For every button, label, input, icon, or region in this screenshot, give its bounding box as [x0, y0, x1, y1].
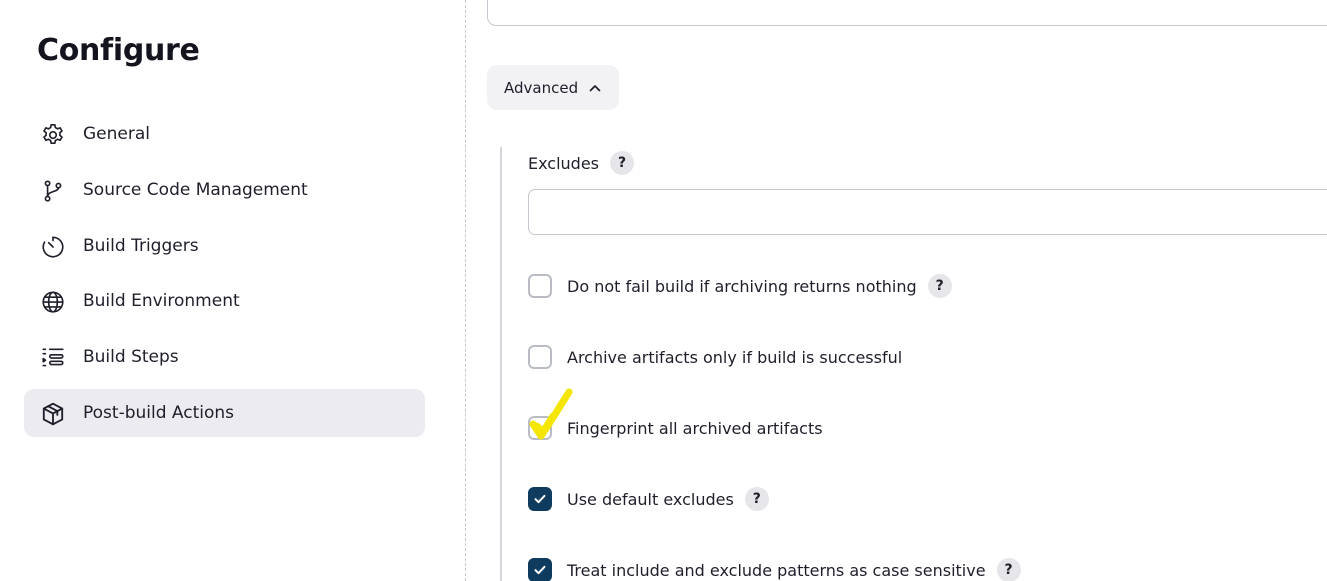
- page-title: Configure: [37, 33, 200, 68]
- sidebar-item-post-build-actions[interactable]: Post-build Actions: [24, 388, 425, 437]
- advanced-toggle-button[interactable]: Advanced: [487, 65, 619, 110]
- sidebar-item-label: Build Triggers: [83, 235, 199, 256]
- timer-icon: [40, 234, 66, 260]
- sidebar-item-build-environment[interactable]: Build Environment: [24, 277, 425, 325]
- default-excludes-help-button[interactable]: ?: [744, 487, 769, 511]
- sidebar-item-build-steps[interactable]: Build Steps: [24, 333, 425, 381]
- checkbox-checked[interactable]: [528, 558, 552, 581]
- sidebar-item-label: Source Code Management: [83, 179, 308, 200]
- sidebar-item-label: General: [83, 124, 150, 144]
- checkbox-checked[interactable]: [528, 487, 552, 511]
- sidebar-item-label: Build Steps: [83, 347, 179, 368]
- advanced-button-label: Advanced: [504, 78, 579, 97]
- option-use-default-excludes[interactable]: Use default excludes ?: [528, 485, 769, 513]
- excludes-input[interactable]: [528, 189, 1327, 235]
- option-fingerprint-artifacts[interactable]: Fingerprint all archived artifacts: [528, 414, 823, 442]
- gear-icon: [40, 122, 66, 148]
- git-branch-icon: [40, 178, 66, 204]
- excludes-help-button[interactable]: ?: [610, 151, 635, 175]
- sidebar-item-general[interactable]: General: [24, 110, 425, 158]
- case-sensitive-help-button[interactable]: ?: [996, 558, 1021, 581]
- sidebar-divider: [465, 0, 466, 581]
- sidebar-item-label: Post-build Actions: [83, 402, 235, 423]
- excludes-label: Excludes: [528, 153, 600, 173]
- checkbox-label: Do not fail build if archiving returns n…: [567, 276, 917, 296]
- chevron-up-icon: [589, 84, 601, 91]
- excludes-label-row: Excludes ?: [528, 151, 635, 175]
- checkbox-label: Use default excludes: [567, 489, 734, 509]
- list-steps-icon: [40, 345, 66, 371]
- sidebar-item-source-code-management[interactable]: Source Code Management: [24, 166, 425, 214]
- package-icon: [40, 401, 66, 427]
- option-do-not-fail-build[interactable]: Do not fail build if archiving returns n…: [528, 272, 952, 300]
- configure-page: Configure General Source Code Management…: [0, 0, 1327, 581]
- checkbox-label: Archive artifacts only if build is succe…: [567, 347, 903, 367]
- checkbox-label: Treat include and exclude patterns as ca…: [567, 560, 986, 580]
- sidebar-nav: General Source Code Management Build Tri…: [24, 110, 425, 445]
- do-not-fail-help-button[interactable]: ?: [927, 274, 952, 298]
- option-case-sensitive-patterns[interactable]: Treat include and exclude patterns as ca…: [528, 556, 1021, 581]
- advanced-section: Excludes ? Do not fail build if archivin…: [500, 147, 1327, 581]
- checkbox-label: Fingerprint all archived artifacts: [567, 418, 823, 438]
- checkbox[interactable]: [528, 416, 552, 440]
- sidebar: Configure General Source Code Management…: [0, 0, 466, 581]
- checkbox[interactable]: [528, 274, 552, 298]
- globe-icon: [40, 289, 66, 315]
- checkmark-icon: [534, 565, 546, 575]
- sidebar-item-label: Build Environment: [83, 291, 240, 312]
- checkbox[interactable]: [528, 345, 552, 369]
- option-archive-only-if-successful[interactable]: Archive artifacts only if build is succe…: [528, 343, 902, 371]
- artifacts-input[interactable]: [487, 0, 1327, 26]
- main-content: Advanced Excludes ? Do not fail build if…: [467, 0, 1327, 581]
- sidebar-item-build-triggers[interactable]: Build Triggers: [24, 222, 425, 270]
- checkmark-icon: [534, 494, 546, 504]
